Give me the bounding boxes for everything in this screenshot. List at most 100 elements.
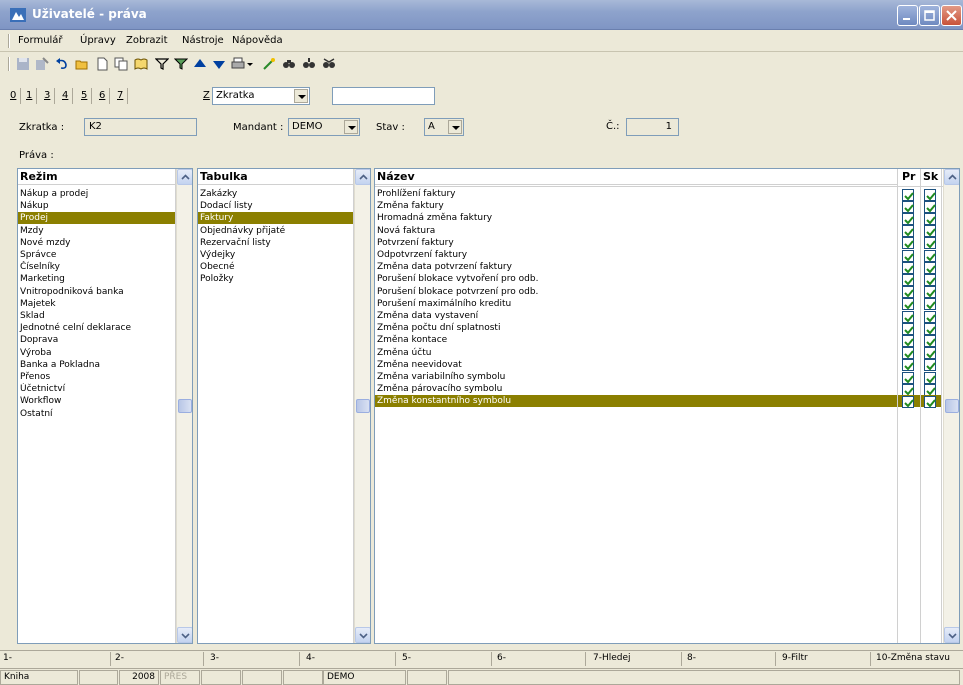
- open-folder-icon[interactable]: [75, 57, 89, 71]
- nazev-list-item[interactable]: Změna variabilního symbolu: [375, 371, 897, 383]
- sk-checkbox[interactable]: [924, 261, 936, 274]
- tabulka-list-item[interactable]: Objednávky přijaté: [198, 225, 353, 237]
- nazev-list-item[interactable]: Potvrzení faktury: [375, 237, 897, 249]
- nazev-list-item[interactable]: Změna párovacího symbolu: [375, 383, 897, 395]
- tabulka-list-item[interactable]: Položky: [198, 273, 353, 285]
- pr-checkbox[interactable]: [902, 298, 914, 311]
- sk-checkbox[interactable]: [924, 273, 936, 286]
- rezim-list-item[interactable]: Přenos: [18, 371, 175, 383]
- tabulka-header[interactable]: Tabulka: [198, 169, 353, 185]
- rezim-list-item[interactable]: Workflow: [18, 395, 175, 407]
- sk-checkbox[interactable]: [924, 395, 936, 408]
- fkey-10-zmena-stavu[interactable]: 10-Změna stavu: [876, 653, 950, 663]
- rezim-list-item[interactable]: Výroba: [18, 347, 175, 359]
- pr-checkbox[interactable]: [902, 261, 914, 274]
- pr-checkbox[interactable]: [902, 200, 914, 213]
- filter-icon[interactable]: [155, 57, 169, 71]
- tabulka-list-item[interactable]: Zakázky: [198, 188, 353, 200]
- new-document-icon[interactable]: [95, 57, 109, 71]
- pr-checkbox[interactable]: [902, 334, 914, 347]
- menu-zobrazit[interactable]: Zobrazit: [126, 35, 168, 46]
- sk-checkbox[interactable]: [924, 310, 936, 323]
- nazev-list-item[interactable]: Změna data potvrzení faktury: [375, 261, 897, 273]
- find-icon[interactable]: [282, 57, 296, 71]
- find-previous-icon[interactable]: [322, 57, 336, 71]
- maximize-button[interactable]: [919, 5, 940, 26]
- pr-checkbox[interactable]: [902, 212, 914, 225]
- rezim-list-item[interactable]: Prodej: [18, 212, 175, 225]
- nazev-list-item[interactable]: Změna neevidovat: [375, 359, 897, 371]
- pr-checkbox[interactable]: [902, 286, 914, 299]
- print-icon[interactable]: [231, 57, 245, 71]
- pr-checkbox[interactable]: [902, 359, 914, 372]
- menu-upravy[interactable]: Úpravy: [80, 35, 116, 46]
- rezim-list-item[interactable]: Marketing: [18, 273, 175, 285]
- scroll-thumb[interactable]: [945, 399, 959, 413]
- rezim-list-item[interactable]: Správce: [18, 249, 175, 261]
- sk-checkbox[interactable]: [924, 383, 936, 396]
- menu-nastroje[interactable]: Nástroje: [182, 35, 224, 46]
- wizard-icon[interactable]: [262, 57, 276, 71]
- pr-checkbox[interactable]: [902, 225, 914, 238]
- rezim-list-item[interactable]: Doprava: [18, 334, 175, 346]
- fkey-1[interactable]: 1-: [3, 653, 12, 663]
- stav-combo[interactable]: A: [424, 118, 464, 136]
- tab-4[interactable]: 4: [62, 90, 68, 101]
- nazev-list-item[interactable]: Odpotvrzení faktury: [375, 249, 897, 261]
- undo-icon[interactable]: [55, 57, 69, 71]
- pr-checkbox[interactable]: [902, 273, 914, 286]
- scroll-thumb[interactable]: [178, 399, 192, 413]
- chevron-down-icon[interactable]: [294, 89, 308, 103]
- sk-column-header[interactable]: Sk: [923, 170, 938, 183]
- nazev-list[interactable]: Název Pr Sk Prohlížení faktury Změna fakt…: [374, 168, 960, 644]
- sk-checkbox[interactable]: [924, 225, 936, 238]
- menu-formular[interactable]: Formulář: [18, 35, 63, 46]
- rezim-list-item[interactable]: Ostatní: [18, 408, 175, 420]
- pr-checkbox[interactable]: [902, 237, 914, 250]
- sk-checkbox[interactable]: [924, 237, 936, 250]
- chevron-down-icon[interactable]: [448, 120, 462, 134]
- print-dropdown-icon[interactable]: [246, 57, 254, 71]
- pr-checkbox[interactable]: [902, 188, 914, 201]
- scroll-up-button[interactable]: [944, 169, 959, 185]
- rezim-list-item[interactable]: Majetek: [18, 298, 175, 310]
- sk-checkbox[interactable]: [924, 347, 936, 360]
- fkey-5[interactable]: 5-: [402, 653, 411, 663]
- tab-0[interactable]: 0: [10, 90, 16, 101]
- scroll-down-button[interactable]: [355, 627, 370, 643]
- tabulka-list-item[interactable]: Dodací listy: [198, 200, 353, 212]
- nazev-list-item[interactable]: Prohlížení faktury: [375, 188, 897, 200]
- rezim-list-item[interactable]: Vnitropodniková banka: [18, 286, 175, 298]
- menu-napoveda[interactable]: Nápověda: [232, 35, 283, 46]
- tabulka-list-item[interactable]: Rezervační listy: [198, 237, 353, 249]
- tab-7[interactable]: 7: [117, 90, 123, 101]
- pr-checkbox[interactable]: [902, 310, 914, 323]
- scroll-thumb[interactable]: [356, 399, 370, 413]
- rezim-scrollbar[interactable]: [176, 169, 192, 643]
- pr-checkbox[interactable]: [902, 347, 914, 360]
- copy-icon[interactable]: [114, 57, 128, 71]
- nazev-header[interactable]: Název: [375, 169, 897, 185]
- nazev-list-item[interactable]: Změna konstantního symbolu: [375, 395, 941, 408]
- tabulka-scrollbar[interactable]: [354, 169, 370, 643]
- tab-3[interactable]: 3: [44, 90, 50, 101]
- fkey-8[interactable]: 8-: [687, 653, 696, 663]
- search-input[interactable]: [332, 87, 435, 105]
- nazev-list-item[interactable]: Nová faktura: [375, 225, 897, 237]
- fkey-7-hledej[interactable]: 7-Hledej: [593, 653, 631, 663]
- close-button[interactable]: [941, 5, 962, 26]
- rezim-list-item[interactable]: Číselníky: [18, 261, 175, 273]
- fkey-6[interactable]: 6-: [497, 653, 506, 663]
- tab-5[interactable]: 5: [81, 90, 87, 101]
- chevron-down-icon[interactable]: [344, 120, 358, 134]
- sk-checkbox[interactable]: [924, 298, 936, 311]
- tabulka-list-item[interactable]: Výdejky: [198, 249, 353, 261]
- pr-checkbox[interactable]: [902, 383, 914, 396]
- rezim-list-item[interactable]: Nové mzdy: [18, 237, 175, 249]
- rezim-header[interactable]: Režim: [18, 169, 176, 185]
- fkey-3[interactable]: 3-: [210, 653, 219, 663]
- nazev-list-item[interactable]: Porušení maximálního kreditu: [375, 298, 897, 310]
- fkey-4[interactable]: 4-: [306, 653, 315, 663]
- sk-checkbox[interactable]: [924, 200, 936, 213]
- pr-checkbox[interactable]: [902, 395, 914, 408]
